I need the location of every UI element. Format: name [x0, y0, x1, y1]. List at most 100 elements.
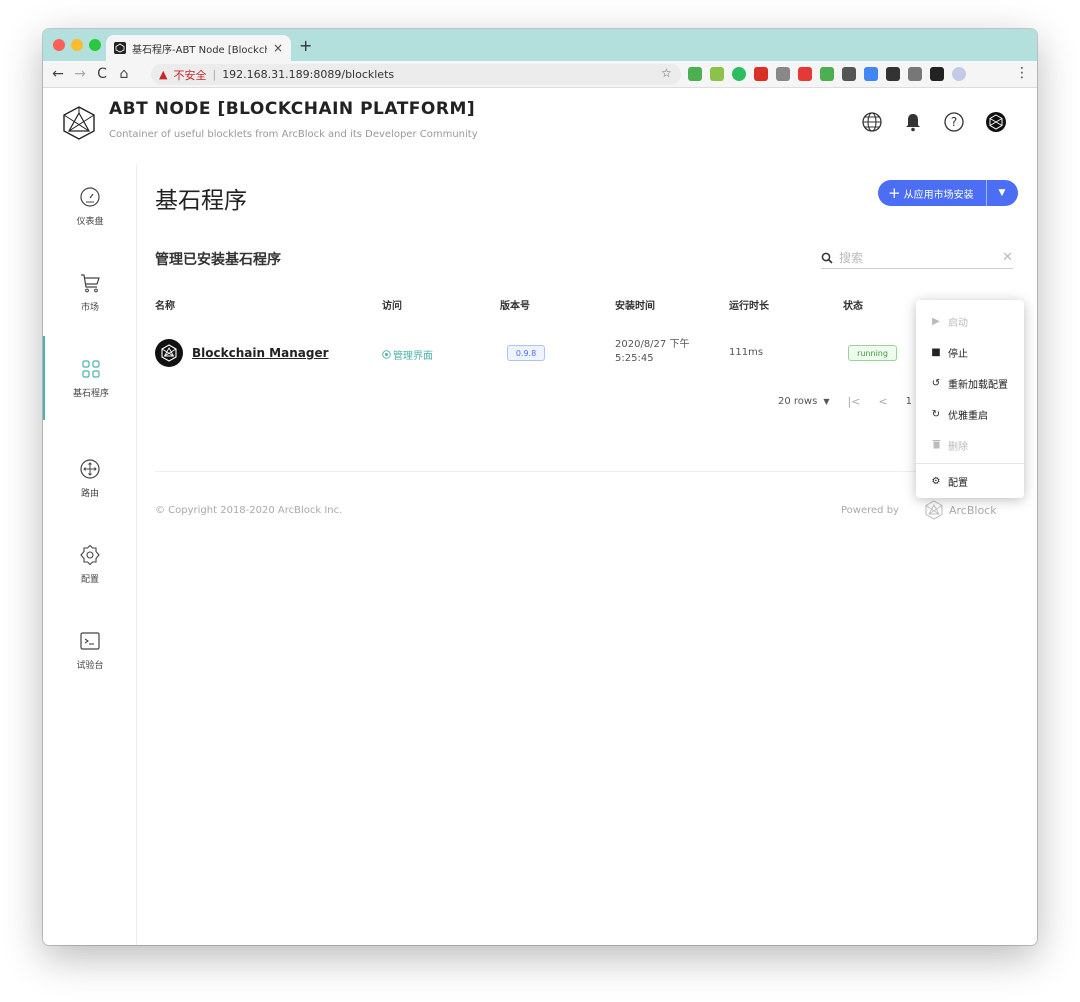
menu-divider	[916, 463, 1024, 464]
sidebar-item-dashboard[interactable]: 仪表盘	[43, 164, 137, 248]
extension-icon[interactable]	[820, 67, 834, 81]
column-header-name[interactable]: 名称	[155, 297, 175, 312]
gmail-icon[interactable]	[754, 67, 768, 81]
blocklets-icon	[82, 359, 100, 378]
menu-item-label: 优雅重启	[948, 411, 988, 422]
arcblock-brand: ArcBlock	[949, 503, 997, 517]
menu-item-label: 停止	[948, 349, 968, 360]
user-avatar-icon[interactable]	[985, 111, 1007, 133]
restart-icon: ↻	[931, 409, 941, 420]
forward-icon[interactable]: →	[69, 66, 91, 82]
search-input[interactable]	[839, 250, 979, 265]
stop-icon: ■	[931, 347, 941, 358]
minimize-window-button[interactable]	[71, 39, 83, 51]
install-date: 2020/8/27 下午	[615, 339, 690, 350]
evernote-icon[interactable]	[732, 67, 746, 81]
profile-avatar-icon[interactable]	[952, 67, 966, 81]
search-icon	[821, 252, 833, 264]
sidebar-item-market[interactable]: 市场	[43, 250, 137, 334]
clear-icon[interactable]: ✕	[1002, 250, 1013, 265]
access-label: 管理界面	[393, 351, 433, 362]
gear-icon: ⚙	[931, 476, 941, 487]
sidebar-item-label: 仪表盘	[76, 216, 104, 227]
browser-window: 基石程序-ABT Node [Blockchai × + ← → C ⌂ ▲ 不…	[43, 29, 1037, 945]
url-text: 192.168.31.189:8089/blocklets	[222, 68, 395, 81]
sidebar-item-playground[interactable]: 试验台	[43, 608, 137, 692]
page-title: 基石程序	[155, 188, 247, 214]
cart-icon	[81, 273, 100, 292]
extension-icon[interactable]	[864, 67, 878, 81]
arcblock-logo-icon[interactable]	[61, 105, 97, 141]
column-header-access[interactable]: 访问	[382, 297, 402, 312]
bookmark-star-icon[interactable]: ☆	[661, 66, 672, 80]
section-title: 管理已安装基石程序	[155, 252, 281, 268]
install-from-market-button[interactable]: + 从应用市场安装 ▼	[878, 180, 1018, 206]
prev-page-button[interactable]: <	[878, 395, 887, 408]
menu-item-reload-config[interactable]: ↺ 重新加载配置	[916, 368, 1024, 399]
footer-divider	[155, 471, 1015, 472]
sidebar-item-blocklets[interactable]: 基石程序	[43, 336, 137, 420]
sidebar-item-router[interactable]: 路由	[43, 436, 137, 520]
app-subtitle: Container of useful blocklets from ArcBl…	[109, 129, 478, 140]
powered-by-text: Powered by	[841, 505, 899, 516]
home-icon[interactable]: ⌂	[113, 66, 135, 82]
arcblock-footer-link[interactable]: ArcBlock	[923, 499, 997, 521]
pagination: 20 rows ▼ |< < 1	[778, 395, 912, 408]
menu-item-delete[interactable]: 删除	[916, 430, 1024, 461]
rows-per-page-label: 20 rows	[778, 396, 818, 407]
browser-menu-icon[interactable]: ⋮	[1015, 65, 1029, 81]
menu-item-config[interactable]: ⚙ 配置	[916, 466, 1024, 497]
dashboard-icon	[80, 186, 100, 207]
install-main-button[interactable]: + 从应用市场安装	[878, 184, 986, 202]
rows-per-page-select[interactable]: 20 rows ▼	[778, 396, 829, 407]
extension-icon[interactable]	[710, 67, 724, 81]
menu-item-start[interactable]: ▶ 启动	[916, 306, 1024, 337]
close-window-button[interactable]	[53, 39, 65, 51]
extension-icon[interactable]	[842, 67, 856, 81]
extension-icon[interactable]	[776, 67, 790, 81]
puzzle-icon[interactable]	[930, 67, 944, 81]
help-icon[interactable]: ?	[943, 111, 965, 133]
menu-item-label: 启动	[948, 318, 968, 329]
column-header-status[interactable]: 状态	[843, 297, 863, 312]
sidebar-item-label: 试验台	[76, 660, 104, 671]
extension-icon[interactable]	[688, 67, 702, 81]
extension-bar	[688, 67, 966, 81]
bell-icon[interactable]	[902, 111, 924, 133]
uptime-value: 111ms	[729, 347, 764, 358]
browser-tab[interactable]: 基石程序-ABT Node [Blockchai ×	[106, 35, 291, 61]
menu-item-stop[interactable]: ■ 停止	[916, 337, 1024, 368]
install-time: 2020/8/27 下午 5:25:45	[615, 338, 689, 366]
new-tab-button[interactable]: +	[299, 36, 312, 55]
sidebar-item-label: 配置	[80, 574, 99, 585]
app-title: ABT NODE [BLOCKCHAIN PLATFORM]	[109, 99, 476, 119]
extension-icon[interactable]	[798, 67, 812, 81]
sidebar-item-settings[interactable]: 配置	[43, 522, 137, 606]
tab-close-icon[interactable]: ×	[273, 41, 283, 55]
maximize-window-button[interactable]	[89, 39, 101, 51]
terminal-icon	[80, 631, 100, 650]
sidebar: 仪表盘 市场 基石程序 路由 配置 试验台	[43, 164, 137, 945]
column-header-version[interactable]: 版本号	[500, 297, 530, 312]
caret-down-icon: ▼	[823, 397, 830, 406]
chevron-down-icon[interactable]: ▼	[987, 188, 1017, 198]
settings-icon	[80, 544, 100, 565]
menu-item-graceful-restart[interactable]: ↻ 优雅重启	[916, 399, 1024, 430]
blocklet-name-link[interactable]: Blockchain Manager	[192, 346, 329, 360]
extension-icon[interactable]	[908, 67, 922, 81]
reload-page-icon[interactable]: C	[91, 66, 113, 82]
warning-icon: ▲	[159, 68, 168, 81]
copyright-text: © Copyright 2018-2020 ArcBlock Inc.	[155, 505, 343, 516]
tab-title: 基石程序-ABT Node [Blockchai	[132, 44, 267, 56]
extension-icon[interactable]	[886, 67, 900, 81]
router-icon	[80, 458, 100, 479]
globe-icon[interactable]	[861, 111, 883, 133]
access-link[interactable]: 管理界面	[382, 347, 433, 362]
back-icon[interactable]: ←	[47, 66, 69, 82]
actions-menu: ▶ 启动 ■ 停止 ↺ 重新加载配置 ↻ 优雅重启 删除 ⚙ 配置	[916, 300, 1024, 498]
column-header-install-time[interactable]: 安装时间	[615, 297, 655, 312]
column-header-uptime[interactable]: 运行时长	[729, 297, 769, 312]
first-page-button[interactable]: |<	[847, 395, 860, 408]
address-bar[interactable]: ▲ 不安全 | 192.168.31.189:8089/blocklets	[151, 64, 681, 85]
sidebar-item-label: 市场	[80, 302, 99, 313]
